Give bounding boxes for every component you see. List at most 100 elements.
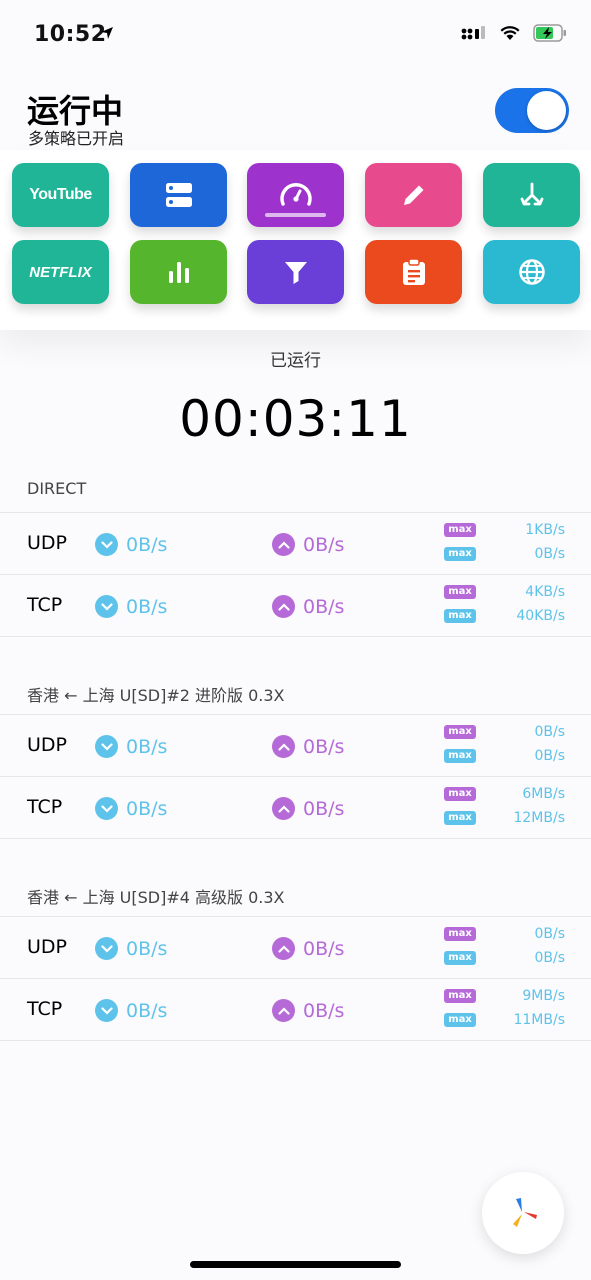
max-upload-value: 0B/s — [534, 724, 565, 740]
section-title: DIRECT — [27, 479, 87, 498]
pencil-icon — [403, 185, 423, 205]
location-arrow-icon — [101, 27, 113, 39]
stats-tile[interactable] — [130, 240, 227, 304]
selected-indicator — [265, 213, 326, 217]
traffic-row: UDP 0B/s 0B/s max 0B/s max 0B/s — [0, 715, 591, 777]
traffic-row: UDP 0B/s 0B/s max 0B/s max 0B/s — [0, 917, 591, 979]
upload-chevron-icon[interactable] — [272, 595, 295, 618]
max-upload-badge: max — [444, 725, 476, 739]
upload-chevron-icon[interactable] — [272, 937, 295, 960]
download-rate: 0B/s — [95, 797, 167, 820]
runtime-label: 已运行 — [270, 351, 321, 371]
servers-tile[interactable] — [130, 163, 227, 227]
download-chevron-icon[interactable] — [95, 595, 118, 618]
max-upload-badge: max — [444, 523, 476, 537]
max-upload-badge: max — [444, 585, 476, 599]
download-chevron-icon[interactable] — [95, 735, 118, 758]
clipboard-icon — [402, 258, 425, 285]
netflix-logo: NETFLIX — [29, 263, 92, 281]
upload-rate: 0B/s — [272, 999, 344, 1022]
download-rate-value: 0B/s — [126, 735, 168, 758]
upload-rate: 0B/s — [272, 797, 344, 820]
protocol-label: UDP — [27, 734, 67, 756]
download-rate-value: 0B/s — [126, 937, 168, 960]
divider — [0, 838, 591, 839]
upload-chevron-icon[interactable] — [272, 999, 295, 1022]
upload-chevron-icon[interactable] — [272, 533, 295, 556]
max-download-value: 0B/s — [534, 950, 565, 966]
speedometer-icon — [279, 183, 312, 206]
section-title: 香港 ← 上海 U[SD]#4 高级版 0.3X — [27, 888, 285, 907]
max-upload-badge: max — [444, 787, 476, 801]
download-chevron-icon[interactable] — [95, 533, 118, 556]
clipboard-tile[interactable] — [365, 240, 462, 304]
divider — [0, 1040, 591, 1041]
download-chevron-icon[interactable] — [95, 999, 118, 1022]
traffic-row: UDP 0B/s 0B/s max 1KB/s max 0B/s — [0, 513, 591, 575]
youtube-tile[interactable]: YouTube — [12, 163, 109, 227]
max-download-value: 40KB/s — [516, 608, 565, 624]
home-indicator[interactable] — [190, 1261, 401, 1268]
traffic-row: TCP 0B/s 0B/s max 6MB/s max 12MB/s — [0, 777, 591, 839]
max-download-badge: max — [444, 951, 476, 965]
protocol-label: TCP — [27, 796, 63, 818]
edit-tile[interactable] — [365, 163, 462, 227]
max-download-badge: max — [444, 749, 476, 763]
upload-rate-value: 0B/s — [303, 999, 345, 1022]
max-download-value: 12MB/s — [513, 810, 565, 826]
upload-chevron-icon[interactable] — [272, 735, 295, 758]
battery-charging-icon — [533, 24, 566, 42]
route-tile[interactable] — [483, 163, 580, 227]
server-icon — [165, 183, 192, 207]
upload-chevron-icon[interactable] — [272, 797, 295, 820]
status-time: 10:52 — [34, 22, 107, 47]
filter-tile[interactable] — [247, 240, 344, 304]
upload-rate-value: 0B/s — [303, 533, 345, 556]
pinwheel-icon — [513, 1198, 537, 1227]
status-icons — [461, 24, 567, 42]
max-upload-badge: max — [444, 989, 476, 1003]
download-rate: 0B/s — [95, 937, 167, 960]
globe-tile[interactable] — [483, 240, 580, 304]
vpn-toggle[interactable] — [495, 88, 569, 133]
runtime-value: 00:03:11 — [179, 390, 412, 448]
protocol-label: TCP — [27, 998, 63, 1020]
floating-action-button[interactable] — [482, 1172, 564, 1254]
page-subtitle: 多策略已开启 — [28, 129, 125, 148]
download-rate: 0B/s — [95, 595, 167, 618]
max-download-badge: max — [444, 609, 476, 623]
download-rate: 0B/s — [95, 533, 167, 556]
upload-rate: 0B/s — [272, 595, 344, 618]
download-rate: 0B/s — [95, 735, 167, 758]
upload-rate: 0B/s — [272, 735, 344, 758]
protocol-label: UDP — [27, 532, 67, 554]
netflix-tile[interactable]: NETFLIX — [12, 240, 109, 304]
max-download-badge: max — [444, 547, 476, 561]
upload-rate-value: 0B/s — [303, 595, 345, 618]
protocol-label: UDP — [27, 936, 67, 958]
toggle-knob — [527, 91, 566, 130]
speed-tile[interactable] — [247, 163, 344, 227]
download-rate-value: 0B/s — [126, 797, 168, 820]
download-chevron-icon[interactable] — [95, 797, 118, 820]
upload-rate: 0B/s — [272, 533, 344, 556]
status-bar: 10:52 — [0, 0, 591, 70]
globe-icon — [518, 259, 545, 285]
download-rate-value: 0B/s — [126, 999, 168, 1022]
max-upload-value: 9MB/s — [522, 988, 565, 1004]
section-title: 香港 ← 上海 U[SD]#2 进阶版 0.3X — [27, 686, 285, 705]
max-download-badge: max — [444, 811, 476, 825]
traffic-row: TCP 0B/s 0B/s max 4KB/s max 40KB/s — [0, 575, 591, 637]
max-upload-value: 6MB/s — [522, 786, 565, 802]
filter-icon — [284, 262, 307, 284]
upload-rate-value: 0B/s — [303, 797, 345, 820]
download-chevron-icon[interactable] — [95, 937, 118, 960]
max-download-badge: max — [444, 1013, 476, 1027]
upload-rate-value: 0B/s — [303, 937, 345, 960]
max-download-value: 11MB/s — [513, 1012, 565, 1028]
max-upload-value: 4KB/s — [525, 584, 565, 600]
download-rate-value: 0B/s — [126, 533, 168, 556]
wifi-icon — [500, 26, 520, 40]
upload-rate: 0B/s — [272, 937, 344, 960]
cellular-signal-icon — [461, 26, 485, 40]
